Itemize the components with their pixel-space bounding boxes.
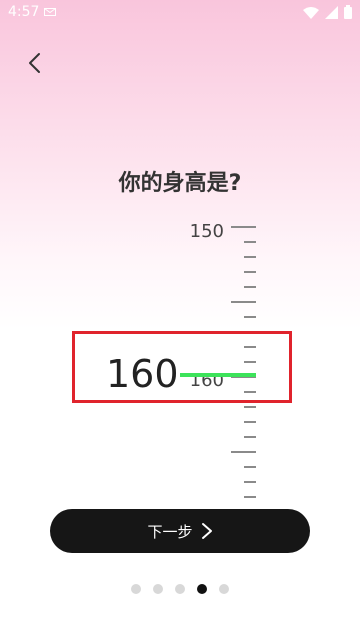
- ruler-label-150: 150: [190, 221, 224, 242]
- status-time: 4:57: [8, 4, 40, 20]
- page-dot: [153, 584, 163, 594]
- page-title: 你的身高是?: [118, 171, 242, 196]
- battery-icon: [344, 5, 352, 19]
- page-dot: [197, 584, 207, 594]
- page-indicator: [0, 584, 360, 594]
- wifi-icon: [303, 6, 319, 19]
- page-dot: [131, 584, 141, 594]
- page-dot: [175, 584, 185, 594]
- signal-icon: [325, 5, 338, 19]
- chevron-right-icon: [201, 523, 212, 539]
- page-dot: [219, 584, 229, 594]
- back-button[interactable]: [22, 50, 48, 76]
- selection-highlight-box: [72, 331, 292, 403]
- next-step-button[interactable]: 下一步: [50, 509, 310, 553]
- status-bar: 4:57: [0, 0, 360, 24]
- mail-icon: [44, 8, 56, 16]
- chevron-left-icon: [29, 53, 40, 73]
- next-step-label: 下一步: [147, 522, 193, 541]
